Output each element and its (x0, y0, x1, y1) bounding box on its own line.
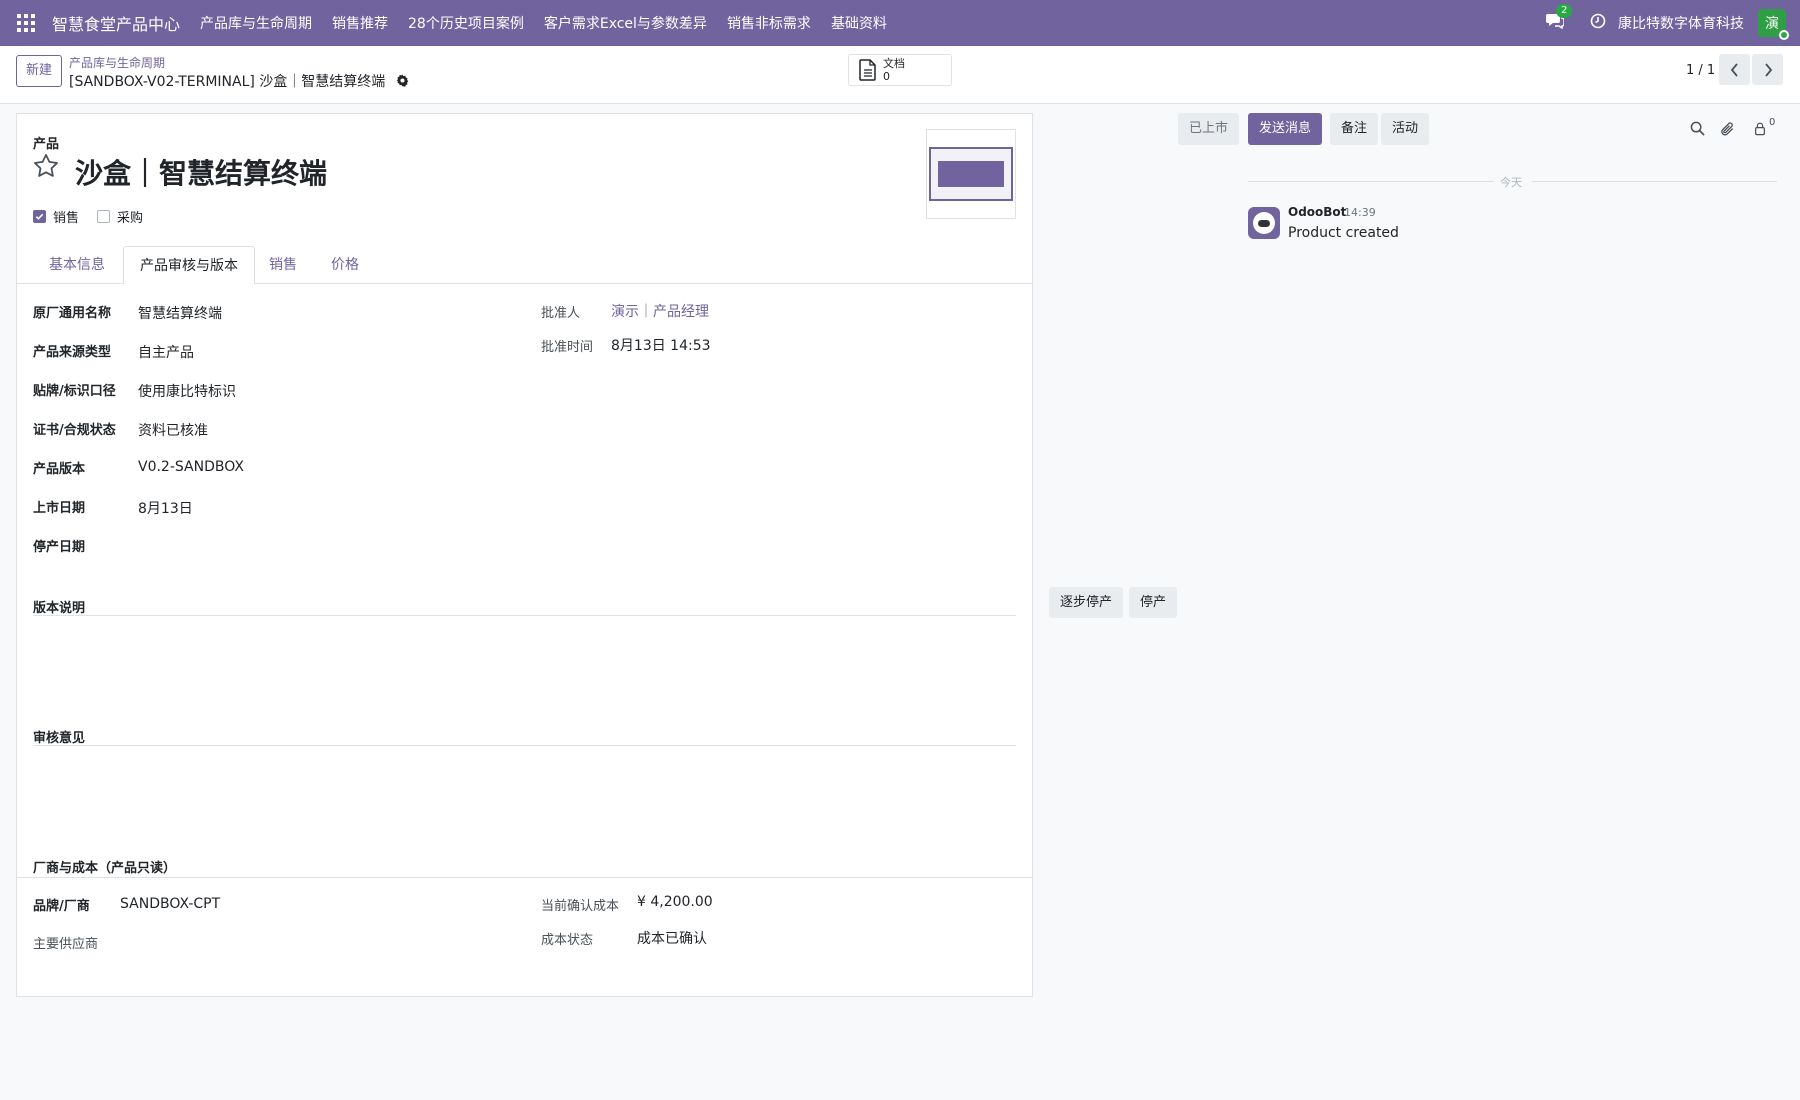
top-navbar: 智慧食堂产品中心 产品库与生命周期 销售推荐 28个历史项目案例 客户需求Exc… (0, 0, 1800, 46)
message-author[interactable]: OdooBot (1288, 205, 1346, 219)
field-label-source-type: 产品来源类型 (33, 345, 112, 360)
field-launch-date[interactable]: 8月13日 (138, 498, 193, 518)
menu-sales-recommend[interactable]: 销售推荐 (332, 13, 388, 33)
field-label-discontinue-date: 停产日期 (33, 540, 86, 555)
record-title: [SANDBOX-V02-TERMINAL] 沙盒｜智慧结算终端 (69, 71, 409, 91)
product-image[interactable] (926, 129, 1016, 219)
version-notes-title: 版本说明 (33, 601, 86, 616)
favorite-star-icon[interactable] (32, 152, 60, 184)
activity-button[interactable]: 活动 (1381, 113, 1430, 145)
checkbox-checked-icon (33, 210, 46, 223)
field-label-compliance: 证书/合规状态 (33, 423, 116, 438)
new-record-button[interactable]: 新建 (16, 55, 63, 87)
field-confirmed-cost: ¥ 4,200.00 (637, 894, 713, 910)
field-version[interactable]: V0.2-SANDBOX (138, 459, 244, 475)
sale-ok-label: 销售 (53, 211, 80, 226)
pager-previous-button[interactable] (1719, 54, 1750, 85)
menu-nonstandard[interactable]: 销售非标需求 (727, 13, 811, 33)
field-label-launch-date: 上市日期 (33, 501, 86, 516)
checkbox-unchecked-icon (97, 210, 110, 223)
control-panel: 新建 产品库与生命周期 [SANDBOX-V02-TERMINAL] 沙盒｜智慧… (0, 46, 1800, 104)
vendor-cost-divider (17, 877, 1032, 878)
field-label-confirmed-cost: 当前确认成本 (541, 899, 620, 914)
review-comments-divider (33, 745, 1016, 746)
form-tabs: 基本信息 产品审核与版本 销售 价格 (17, 246, 1032, 285)
tab-review-version[interactable]: 产品审核与版本 (123, 246, 255, 285)
field-approver-link[interactable]: 演示｜产品经理 (611, 301, 709, 321)
menu-history-cases[interactable]: 28个历史项目案例 (408, 13, 524, 33)
field-compliance[interactable]: 资料已核准 (138, 420, 208, 440)
pager-value[interactable]: 1 / 1 (1686, 63, 1715, 78)
user-lock-icon (1755, 122, 1765, 136)
form-sheet: 产品 沙盒｜智慧结算终端 销售 采购 基本信息 产品审核与版本 销售 价格 原厂… (16, 113, 1033, 997)
tab-sales[interactable]: 销售 (253, 246, 313, 284)
field-label-version: 产品版本 (33, 462, 86, 477)
status-on-market[interactable]: 已上市 (1178, 113, 1240, 145)
review-comments-editor[interactable] (33, 749, 1016, 849)
breadcrumb-parent-link[interactable]: 产品库与生命周期 (69, 54, 165, 71)
chevron-left-icon (1730, 62, 1738, 77)
log-note-button[interactable]: 备注 (1330, 113, 1379, 145)
search-icon[interactable] (1690, 121, 1705, 140)
apps-menu-icon[interactable] (0, 0, 52, 46)
paperclip-icon[interactable] (1720, 121, 1735, 141)
field-label-approve-time: 批准时间 (541, 340, 594, 355)
purchase-ok-label: 采购 (117, 211, 144, 226)
field-brand: SANDBOX-CPT (120, 896, 221, 912)
sale-ok-checkbox[interactable]: 销售 (33, 207, 79, 226)
date-separator-line-right (1532, 181, 1777, 182)
followers-button[interactable]: 0 (1753, 117, 1775, 136)
documents-count: 0 (883, 70, 890, 83)
activity-clock-icon[interactable] (1590, 13, 1606, 33)
documents-smart-button[interactable]: 文档 0 (848, 54, 952, 86)
field-label-brand: 品牌/厂商 (33, 899, 90, 914)
product-label: 产品 (33, 137, 60, 152)
menu-product-lifecycle[interactable]: 产品库与生命周期 (200, 13, 312, 33)
chevron-right-icon (1764, 62, 1772, 77)
purchase-ok-checkbox[interactable]: 采购 (97, 207, 143, 226)
field-label-main-supplier: 主要供应商 (33, 937, 99, 952)
tab-basic-info[interactable]: 基本信息 (33, 246, 121, 284)
field-label-original-name: 原厂通用名称 (33, 306, 112, 321)
version-notes-editor[interactable] (33, 619, 1016, 719)
menu-customer-excel[interactable]: 客户需求Excel与参数差异 (544, 13, 707, 33)
field-source-type[interactable]: 自主产品 (138, 342, 194, 362)
date-separator-line-left (1248, 181, 1494, 182)
documents-label: 文档 (883, 57, 905, 70)
discontinue-button[interactable]: 停产 (1129, 587, 1178, 618)
avatar-initial: 演 (1765, 16, 1779, 32)
odoobot-avatar[interactable] (1248, 207, 1280, 239)
user-avatar[interactable]: 演 (1758, 9, 1789, 40)
company-switcher[interactable]: 康比特数字体育科技 (1618, 13, 1744, 33)
review-comments-title: 审核意见 (33, 731, 86, 746)
vendor-cost-title: 厂商与成本（产品只读） (33, 861, 177, 876)
online-status-dot (1779, 30, 1789, 40)
field-approve-time: 8月13日 14:53 (611, 338, 711, 354)
message-body: Product created (1288, 225, 1399, 241)
pager-next-button[interactable] (1752, 54, 1783, 85)
field-branding[interactable]: 使用康比特标识 (138, 381, 236, 401)
date-separator-label: 今天 (1500, 176, 1522, 189)
app-name[interactable]: 智慧食堂产品中心 (52, 11, 180, 35)
document-icon (859, 59, 876, 81)
gradual-discontinue-button[interactable]: 逐步停产 (1049, 587, 1124, 618)
field-original-name[interactable]: 智慧结算终端 (138, 303, 222, 323)
field-cost-status: 成本已确认 (637, 931, 707, 947)
message-time: 14:39 (1344, 206, 1376, 219)
send-message-button[interactable]: 发送消息 (1248, 113, 1323, 145)
field-label-branding: 贴牌/标识口径 (33, 384, 116, 399)
record-title-text: [SANDBOX-V02-TERMINAL] 沙盒｜智慧结算终端 (69, 74, 386, 90)
tab-price[interactable]: 价格 (315, 246, 375, 284)
messages-count-badge: 2 (1556, 4, 1573, 18)
product-name-field[interactable]: 沙盒｜智慧结算终端 (75, 152, 327, 192)
field-label-cost-status: 成本状态 (541, 933, 594, 948)
followers-count: 0 (1769, 117, 1776, 128)
messaging-icon[interactable]: 2 (1546, 4, 1573, 33)
field-label-approver: 批准人 (541, 306, 581, 321)
menu-base-data[interactable]: 基础资料 (831, 13, 887, 33)
version-notes-divider (33, 615, 1016, 616)
gear-icon[interactable] (396, 74, 409, 91)
